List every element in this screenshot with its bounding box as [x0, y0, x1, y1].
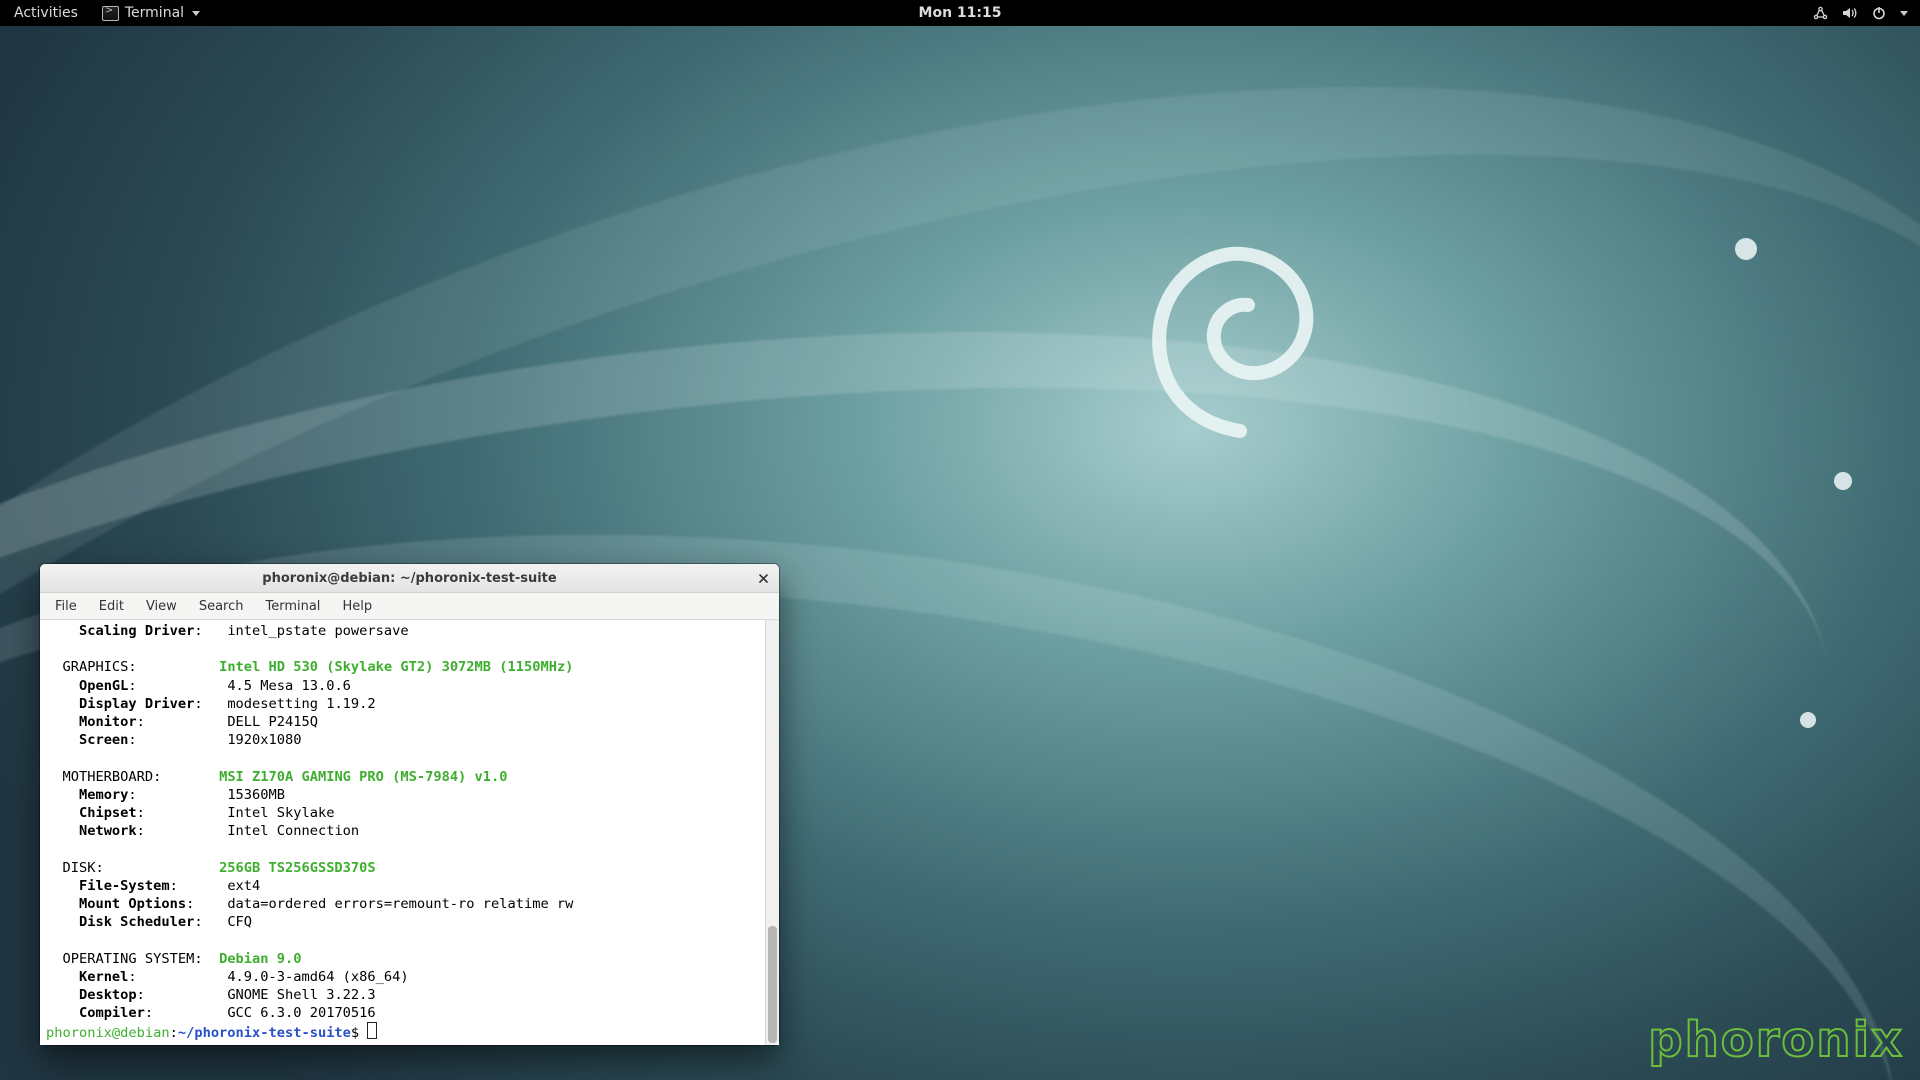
terminal-window: phoronix@debian: ~/phoronix-test-suite F…: [40, 564, 779, 1045]
scrollbar-thumb[interactable]: [768, 926, 777, 1043]
panel-clock[interactable]: Mon 11:15: [919, 5, 1002, 21]
terminal-cursor: [367, 1022, 377, 1039]
menu-search[interactable]: Search: [190, 596, 253, 617]
menu-terminal[interactable]: Terminal: [256, 596, 329, 617]
wallpaper-dot: [1834, 472, 1852, 490]
close-button[interactable]: [755, 570, 771, 586]
watermark-text: phoronix: [1648, 1012, 1904, 1068]
menu-view[interactable]: View: [137, 596, 186, 617]
app-menu-label: Terminal: [125, 5, 184, 21]
terminal-viewport[interactable]: Scaling Driver: intel_pstate powersave G…: [40, 620, 779, 1045]
desktop: phoronix phoronix@debian: ~/phoronix-tes…: [0, 26, 1920, 1080]
wallpaper-dot: [1800, 712, 1816, 728]
menu-help[interactable]: Help: [333, 596, 381, 617]
wallpaper-dot: [1735, 238, 1757, 260]
chevron-down-icon: [192, 11, 200, 16]
gnome-top-panel: Activities Terminal Mon 11:15: [0, 0, 1920, 26]
terminal-output[interactable]: Scaling Driver: intel_pstate powersave G…: [40, 620, 765, 1045]
volume-icon: [1842, 6, 1858, 20]
menubar: File Edit View Search Terminal Help: [40, 593, 779, 620]
window-titlebar[interactable]: phoronix@debian: ~/phoronix-test-suite: [40, 564, 779, 593]
network-icon: [1813, 6, 1828, 20]
debian-swirl-icon: [1130, 226, 1330, 486]
menu-file[interactable]: File: [46, 596, 86, 617]
app-menu[interactable]: Terminal: [92, 0, 210, 26]
scrollbar[interactable]: [765, 620, 779, 1045]
activities-button[interactable]: Activities: [0, 0, 92, 26]
system-status-area[interactable]: [1813, 6, 1908, 20]
terminal-icon: [102, 6, 119, 21]
window-title: phoronix@debian: ~/phoronix-test-suite: [262, 571, 556, 586]
power-icon: [1872, 6, 1886, 20]
menu-edit[interactable]: Edit: [90, 596, 133, 617]
chevron-down-icon: [1900, 11, 1908, 16]
